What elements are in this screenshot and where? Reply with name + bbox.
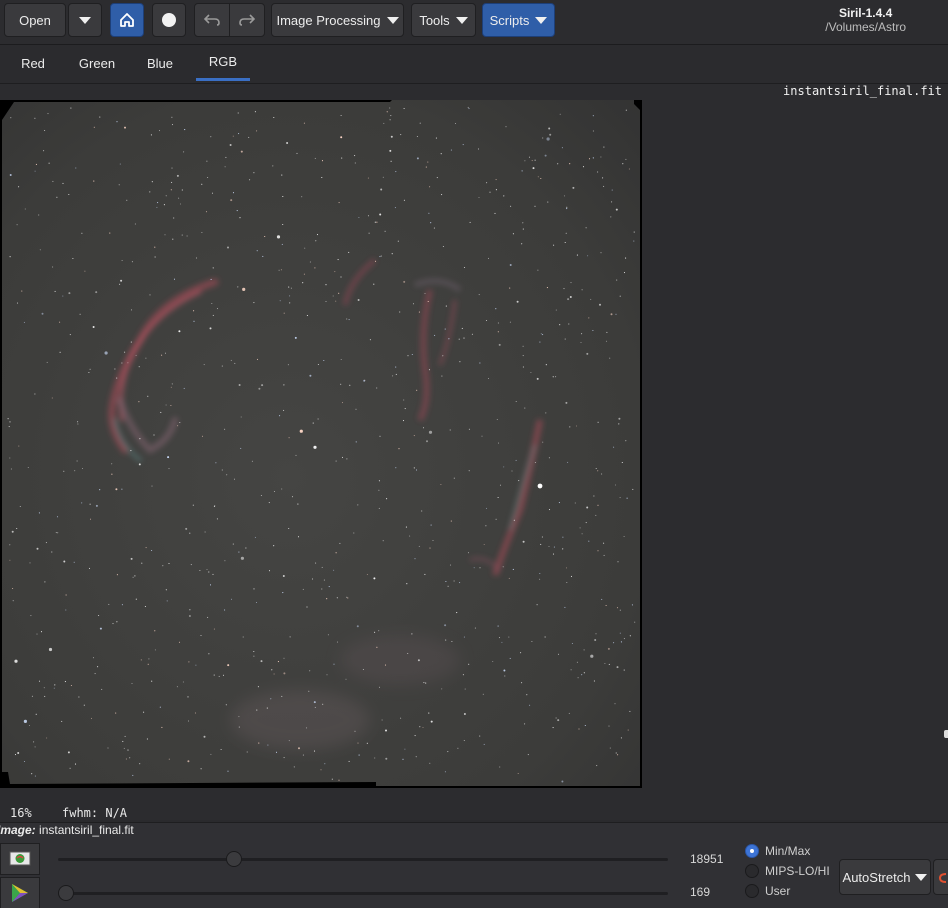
veil-nebula-image xyxy=(0,100,642,788)
image-name: instantsiril_final.fit xyxy=(39,823,134,837)
header-bar: Open Image Processing Tools Scripts Siri… xyxy=(0,0,948,45)
scripts-label: Scripts xyxy=(489,12,530,28)
tab-blue-label: Blue xyxy=(146,55,174,71)
window-title: Siril-1.4.4 /Volumes/Astro xyxy=(825,6,906,34)
siril-window: Open Image Processing Tools Scripts Siri… xyxy=(0,0,948,908)
tab-rgb-label: RGB xyxy=(208,54,238,69)
image-processing-menu-button[interactable]: Image Processing xyxy=(271,3,404,37)
monitor-icon xyxy=(9,851,31,866)
mode-mips[interactable]: MIPS-LO/HI xyxy=(745,864,830,878)
open-button[interactable]: Open xyxy=(4,3,66,37)
display-controls-panel: Image: instantsiril_final.fit 18951 169 xyxy=(0,822,948,908)
tab-blue[interactable]: Blue xyxy=(140,45,180,81)
lo-value: 169 xyxy=(690,885,711,899)
home-button[interactable] xyxy=(110,3,144,37)
tab-red-label: Red xyxy=(21,55,45,71)
link-channels-button[interactable] xyxy=(933,859,948,895)
channel-tabs: Red Green Blue RGB xyxy=(0,45,948,84)
chevron-down-icon xyxy=(386,16,399,24)
mode-mips-label: MIPS-LO/HI xyxy=(765,864,830,878)
zoom-level: 16% xyxy=(10,806,32,820)
radio-minmax[interactable] xyxy=(745,844,759,858)
current-image: Image: instantsiril_final.fit xyxy=(0,823,134,837)
tab-green-label: Green xyxy=(78,55,116,71)
chevron-down-icon xyxy=(455,16,468,24)
lo-slider-track[interactable] xyxy=(58,892,668,895)
mode-user-label: User xyxy=(765,884,791,898)
autostretch-label: AutoStretch xyxy=(842,869,911,885)
dropdown-caret-icon xyxy=(79,16,91,24)
hi-value: 18951 xyxy=(690,852,724,866)
undo-button[interactable] xyxy=(194,3,230,37)
color-triangle-icon xyxy=(12,884,28,902)
tab-red[interactable]: Red xyxy=(12,45,54,81)
working-directory: /Volumes/Astro xyxy=(825,20,906,34)
radio-mips[interactable] xyxy=(745,864,759,878)
open-label: Open xyxy=(19,12,51,28)
scroll-edge-indicator[interactable] xyxy=(944,730,948,738)
chain-icon xyxy=(938,873,947,883)
display-mode-button[interactable] xyxy=(0,843,40,875)
hi-slider-track[interactable] xyxy=(58,858,668,861)
mode-user[interactable]: User xyxy=(745,884,790,898)
astro-image[interactable] xyxy=(0,100,642,788)
radio-user[interactable] xyxy=(745,884,759,898)
mode-minmax[interactable]: Min/Max xyxy=(745,844,810,858)
image-viewport[interactable]: instantsiril_final.fit xyxy=(0,84,948,820)
undo-icon xyxy=(203,14,220,26)
color-palette-button[interactable] xyxy=(0,877,40,908)
lo-slider-thumb[interactable] xyxy=(58,885,74,901)
image-prefix: Image: xyxy=(0,823,36,837)
open-recent-dropdown-button[interactable] xyxy=(68,3,102,37)
redo-icon xyxy=(239,14,256,26)
scripts-menu-button[interactable]: Scripts xyxy=(482,3,555,37)
chevron-down-icon xyxy=(915,873,928,881)
chevron-down-icon xyxy=(535,16,548,24)
tools-menu-button[interactable]: Tools xyxy=(411,3,476,37)
status-line: 16% fwhm: N/A xyxy=(0,806,948,822)
home-icon xyxy=(120,13,134,27)
tab-rgb[interactable]: RGB xyxy=(196,45,250,81)
viewport-filename: instantsiril_final.fit xyxy=(783,84,942,98)
live-stack-dot-icon xyxy=(162,13,176,27)
mode-minmax-label: Min/Max xyxy=(765,844,811,858)
autostretch-dropdown[interactable]: AutoStretch xyxy=(839,859,931,895)
tools-label: Tools xyxy=(419,12,450,28)
livestack-button[interactable] xyxy=(152,3,186,37)
redo-button[interactable] xyxy=(229,3,265,37)
hi-slider-thumb[interactable] xyxy=(225,851,242,867)
app-title: Siril-1.4.4 xyxy=(838,6,893,20)
tab-green[interactable]: Green xyxy=(74,45,120,81)
fwhm-readout: fwhm: N/A xyxy=(62,806,128,820)
image-processing-label: Image Processing xyxy=(276,12,381,28)
